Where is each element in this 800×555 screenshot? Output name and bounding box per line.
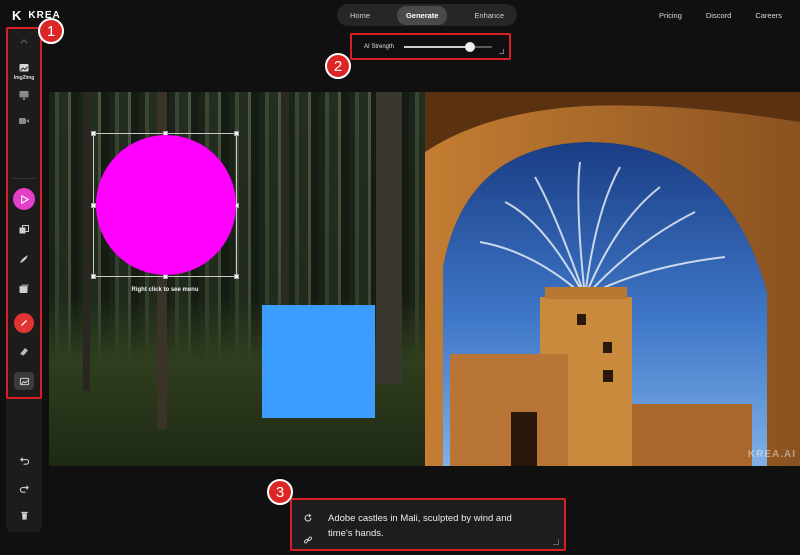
brush-icon [20, 255, 28, 263]
tree-trunk [376, 92, 402, 384]
tree-trunk [83, 92, 90, 392]
blue-square-shape[interactable] [262, 305, 375, 418]
krea-logo-icon: K [12, 8, 22, 23]
refresh-icon [304, 513, 312, 522]
magenta-circle-shape[interactable] [96, 135, 236, 275]
redo-icon [19, 484, 29, 493]
prompt-input[interactable]: Adobe castles in Mali, sculpted by wind … [328, 511, 533, 541]
redo-button[interactable] [14, 479, 34, 497]
image-upload-tool[interactable] [12, 278, 36, 300]
realtime-tool[interactable] [12, 84, 36, 106]
ai-strength-slider[interactable] [404, 41, 493, 52]
ai-strength-label: AI Strength [364, 43, 395, 50]
collapse-icon [20, 39, 28, 44]
undo-button[interactable] [14, 451, 34, 469]
tab-enhance[interactable]: Enhance [465, 6, 513, 25]
resize-handle[interactable] [91, 131, 96, 136]
top-right-nav: Pricing Discord Careers [659, 11, 782, 20]
callout-marker-1: 1 [38, 18, 64, 44]
slider-fill [404, 45, 470, 48]
link-icon [303, 536, 313, 544]
video-camera-icon [19, 118, 29, 124]
monitor-icon [19, 91, 29, 100]
undo-icon [19, 456, 29, 465]
nav-pricing[interactable]: Pricing [659, 11, 682, 20]
landscape-icon [19, 377, 29, 385]
resize-handle[interactable] [234, 274, 239, 279]
img2img-label: Img2Img [13, 74, 35, 81]
nav-discord[interactable]: Discord [706, 11, 731, 20]
callout-marker-3: 3 [267, 479, 293, 505]
shapes-tool[interactable] [12, 219, 36, 241]
trash-icon [20, 511, 28, 520]
cursor-icon [20, 194, 29, 204]
resize-handle-icon [553, 539, 559, 545]
image-layer-tool[interactable] [14, 372, 34, 390]
callout-marker-2: 2 [325, 53, 351, 79]
resize-handle-icon [499, 49, 504, 54]
watermark-text: KREA.AI [747, 449, 796, 460]
context-menu-hint: Right click to see menu [131, 287, 199, 293]
img2img-tool[interactable]: Img2Img [12, 58, 36, 84]
tab-generate[interactable]: Generate [396, 5, 448, 25]
tab-home[interactable]: Home [341, 6, 379, 25]
pen-icon [21, 320, 27, 326]
eraser-icon [20, 348, 28, 356]
eraser-tool[interactable] [12, 340, 36, 362]
image-stack-icon [19, 284, 29, 293]
nav-careers[interactable]: Careers [755, 11, 782, 20]
main-tabs: Home Generate Enhance [337, 4, 517, 26]
link-prompt-button[interactable] [302, 534, 314, 546]
resize-handle[interactable] [234, 131, 239, 136]
video-tool[interactable] [12, 110, 36, 132]
shapes-icon [19, 225, 29, 234]
reset-prompt-button[interactable] [302, 512, 314, 524]
brush-tool[interactable] [12, 248, 36, 270]
image-icon [19, 63, 29, 71]
delete-button[interactable] [14, 506, 34, 524]
resize-handle[interactable] [91, 274, 96, 279]
output-image: KREA.AI [425, 92, 800, 466]
select-tool[interactable] [13, 188, 35, 210]
sidebar-divider [11, 178, 37, 179]
castle-illustration [425, 92, 800, 466]
prompt-box: Adobe castles in Mali, sculpted by wind … [290, 498, 566, 551]
color-picker-tool[interactable] [14, 313, 34, 333]
slider-thumb[interactable] [464, 41, 475, 52]
ai-strength-control: AI Strength [350, 33, 511, 60]
collapse-sidebar-button[interactable] [12, 31, 36, 53]
